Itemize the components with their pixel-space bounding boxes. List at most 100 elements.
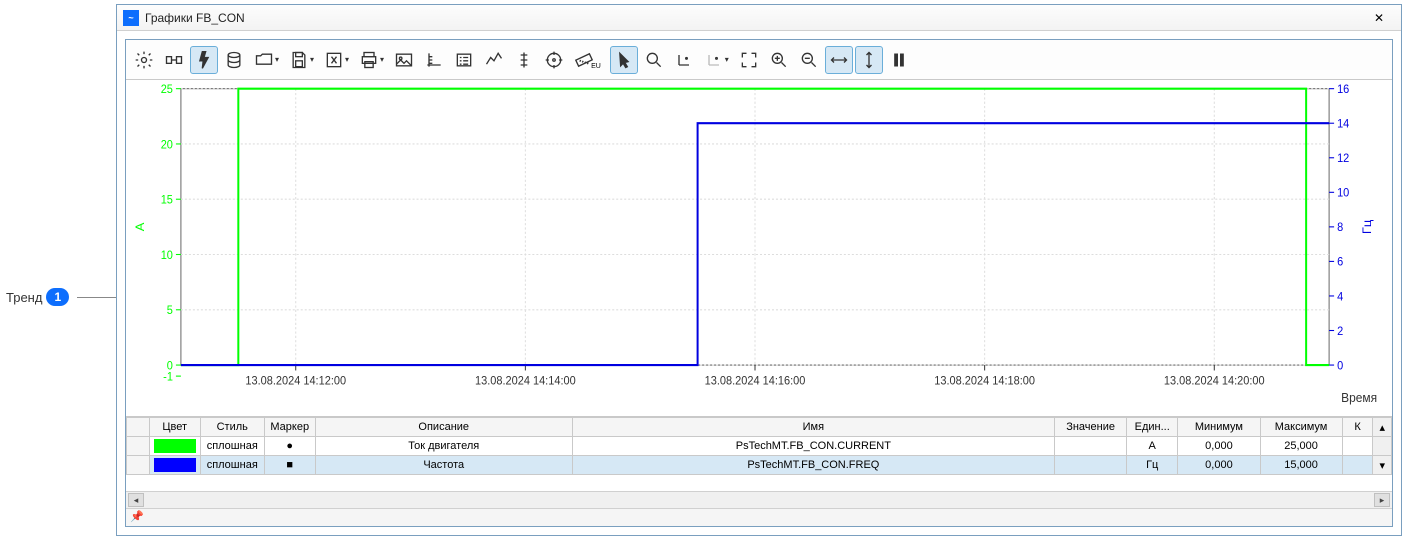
table-row[interactable]: сплошная ■ Частота PsTechMT.FB_CON.FREQ … — [127, 456, 1392, 475]
th-max[interactable]: Максимум — [1260, 418, 1342, 437]
callout-label: Тренд — [6, 290, 42, 305]
th-k[interactable]: К — [1342, 418, 1373, 437]
cell-style[interactable]: сплошная — [200, 437, 264, 456]
vscroll-up[interactable]: ▴ — [1373, 418, 1392, 437]
cell-desc[interactable]: Частота — [315, 456, 572, 475]
pin-icon[interactable]: 📌 — [130, 511, 144, 523]
th-marker[interactable]: Маркер — [264, 418, 315, 437]
th-style[interactable]: Стиль — [200, 418, 264, 437]
cell-k[interactable] — [1342, 437, 1373, 456]
th-val[interactable]: Значение — [1055, 418, 1127, 437]
cell-name[interactable]: PsTechMT.FB_CON.CURRENT — [572, 437, 1055, 456]
settings-icon[interactable] — [130, 46, 158, 74]
zoom-region-icon[interactable]: ▾ — [700, 46, 733, 74]
svg-text:13.08.2024 14:12:00: 13.08.2024 14:12:00 — [245, 375, 346, 387]
cell-min[interactable]: 0,000 — [1178, 456, 1260, 475]
hscroll-right[interactable]: ▸ — [1374, 493, 1390, 507]
vscroll-track[interactable] — [1373, 437, 1392, 456]
cell-max[interactable]: 25,000 — [1260, 437, 1342, 456]
zoom-window-icon[interactable] — [640, 46, 668, 74]
ruler-icon[interactable]: EU — [570, 46, 608, 74]
cell-desc[interactable]: Ток двигателя — [315, 437, 572, 456]
cell-marker[interactable]: ● — [264, 437, 315, 456]
trend-mode-icon[interactable] — [480, 46, 508, 74]
excel-icon[interactable]: ▾ — [320, 46, 353, 74]
svg-text:25: 25 — [161, 84, 173, 96]
th-unit[interactable]: Един... — [1127, 418, 1178, 437]
connect-icon[interactable] — [160, 46, 188, 74]
app-icon: ~ — [123, 10, 139, 26]
svg-text:14: 14 — [1337, 118, 1350, 130]
zoom-axis-icon[interactable] — [670, 46, 698, 74]
status-bar: 📌 — [126, 508, 1392, 526]
cursor-tool-icon[interactable] — [610, 46, 638, 74]
svg-text:13.08.2024 14:18:00: 13.08.2024 14:18:00 — [934, 375, 1035, 387]
chart-area[interactable]: 13.08.2024 14:12:00 13.08.2024 14:14:00 13… — [126, 80, 1392, 416]
row-handle[interactable] — [127, 456, 150, 475]
th-desc[interactable]: Описание — [315, 418, 572, 437]
callout-line — [77, 297, 117, 298]
scale-icon[interactable] — [510, 46, 538, 74]
svg-text:10: 10 — [161, 249, 173, 261]
svg-text:Гц: Гц — [1360, 220, 1373, 234]
live-data-icon[interactable] — [190, 46, 218, 74]
cell-k[interactable] — [1342, 456, 1373, 475]
svg-text:2: 2 — [1337, 325, 1343, 337]
table-row[interactable]: сплошная ● Ток двигателя PsTechMT.FB_CON… — [127, 437, 1392, 456]
trend-window: ~ Графики FB_CON ✕ ▾ ▾ ▾ ▾ EU ▾ 13.08.2 — [116, 4, 1402, 536]
cell-style[interactable]: сплошная — [200, 456, 264, 475]
cell-color[interactable] — [149, 437, 200, 456]
vscroll-down[interactable]: ▾ — [1373, 456, 1392, 475]
svg-text:10: 10 — [1337, 187, 1349, 199]
save-icon[interactable]: ▾ — [285, 46, 318, 74]
hscroll-left[interactable]: ◂ — [128, 493, 144, 507]
cell-val[interactable] — [1055, 456, 1127, 475]
svg-text:4: 4 — [1337, 291, 1344, 303]
zoom-out-icon[interactable] — [795, 46, 823, 74]
axes-icon[interactable] — [420, 46, 448, 74]
cell-color[interactable] — [149, 456, 200, 475]
svg-text:6: 6 — [1337, 256, 1343, 268]
cell-unit[interactable]: Гц — [1127, 456, 1178, 475]
svg-text:0: 0 — [1337, 360, 1343, 372]
cell-max[interactable]: 15,000 — [1260, 456, 1342, 475]
svg-text:Время: Время — [1341, 390, 1377, 405]
th-min[interactable]: Минимум — [1178, 418, 1260, 437]
svg-text:13.08.2024 14:20:00: 13.08.2024 14:20:00 — [1164, 375, 1265, 387]
th-color[interactable]: Цвет — [149, 418, 200, 437]
th-name[interactable]: Имя — [572, 418, 1055, 437]
fit-horizontal-icon[interactable] — [825, 46, 853, 74]
close-button[interactable]: ✕ — [1363, 8, 1395, 28]
pause-icon[interactable] — [885, 46, 913, 74]
cell-marker[interactable]: ■ — [264, 456, 315, 475]
cell-val[interactable] — [1055, 437, 1127, 456]
database-icon[interactable] — [220, 46, 248, 74]
fit-all-icon[interactable] — [735, 46, 763, 74]
chart: 13.08.2024 14:12:00 13.08.2024 14:14:00 13… — [126, 80, 1392, 416]
image-icon[interactable] — [390, 46, 418, 74]
cell-name[interactable]: PsTechMT.FB_CON.FREQ — [572, 456, 1055, 475]
svg-text:8: 8 — [1337, 222, 1343, 234]
svg-text:А: А — [133, 222, 146, 231]
svg-text:13.08.2024 14:16:00: 13.08.2024 14:16:00 — [705, 375, 806, 387]
titlebar: ~ Графики FB_CON ✕ — [117, 5, 1401, 31]
svg-text:5: 5 — [167, 305, 173, 317]
legend-icon[interactable] — [450, 46, 478, 74]
toolbar: ▾ ▾ ▾ ▾ EU ▾ — [126, 40, 1392, 80]
svg-text:20: 20 — [161, 139, 173, 151]
zoom-in-icon[interactable] — [765, 46, 793, 74]
print-icon[interactable]: ▾ — [355, 46, 388, 74]
cell-min[interactable]: 0,000 — [1178, 437, 1260, 456]
cell-unit[interactable]: А — [1127, 437, 1178, 456]
fit-vertical-icon[interactable] — [855, 46, 883, 74]
open-icon[interactable]: ▾ — [250, 46, 283, 74]
row-handle[interactable] — [127, 437, 150, 456]
target-icon[interactable] — [540, 46, 568, 74]
hscrollbar[interactable]: ◂ ▸ — [126, 491, 1392, 508]
callout: Тренд 1 — [6, 288, 117, 306]
table-header-blank — [127, 418, 150, 437]
svg-text:0: 0 — [167, 360, 173, 372]
svg-text:13.08.2024 14:14:00: 13.08.2024 14:14:00 — [475, 375, 576, 387]
table-header-row: Цвет Стиль Маркер Описание Имя Значение … — [127, 418, 1392, 437]
window-title: Графики FB_CON — [145, 11, 1363, 25]
